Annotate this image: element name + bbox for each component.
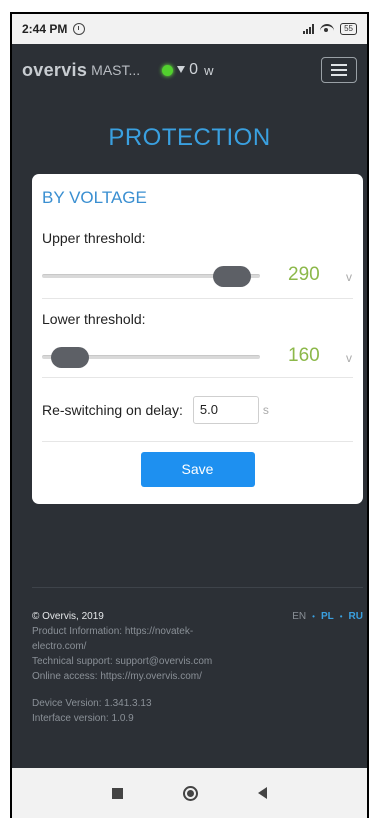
upper-threshold-value: 290 <box>288 264 320 285</box>
versions: Device Version: 1.341.3.13 Interface ver… <box>32 696 363 726</box>
status-led-icon <box>162 64 174 76</box>
signal-icon <box>303 24 315 34</box>
hamburger-menu-icon[interactable] <box>321 57 357 83</box>
delay-row: Re-switching on delay: s <box>42 378 353 442</box>
upper-threshold-slider[interactable] <box>42 266 260 287</box>
upper-threshold-label: Upper threshold: <box>42 230 146 246</box>
lang-pl[interactable]: PL <box>321 609 334 624</box>
product-info[interactable]: Product Information: https://novatek-ele… <box>32 624 232 654</box>
lang-separator: • <box>312 612 315 621</box>
arrow-down-icon <box>177 65 186 73</box>
app-header: overvis MAST... 0 w <box>12 44 367 96</box>
lower-threshold-row: Lower threshold: 160 v <box>42 299 353 378</box>
power-value: 0 <box>189 61 199 78</box>
upper-threshold-unit: v <box>346 270 352 284</box>
device-name[interactable]: MAST... <box>91 62 140 78</box>
lower-threshold-value: 160 <box>288 345 320 366</box>
language-switcher: EN • PL • RU <box>292 609 363 624</box>
save-button[interactable]: Save <box>140 452 255 487</box>
lower-threshold-slider[interactable] <box>42 347 260 368</box>
technical-support[interactable]: Technical support: support@overvis.com <box>32 654 363 669</box>
lang-en[interactable]: EN <box>292 609 306 624</box>
voltage-protection-card: BY VOLTAGE Upper threshold: 290 v Lower … <box>32 174 363 504</box>
delay-input[interactable] <box>192 395 259 424</box>
delay-label: Re-switching on delay: <box>42 401 183 418</box>
page-title: PROTECTION <box>108 124 271 151</box>
save-wrap: Save <box>42 442 353 487</box>
lower-threshold-label: Lower threshold: <box>42 311 146 327</box>
phone-screen: 2:44 PM 55 overvis MAST... 0 w PROTECTIO… <box>10 12 369 818</box>
status-icons: 55 <box>303 23 357 35</box>
power-unit: w <box>204 62 214 78</box>
footer-divider <box>32 587 363 588</box>
lang-separator: • <box>339 612 343 621</box>
footer: © Overvis, 2019 EN • PL • RU Product Inf… <box>32 609 363 726</box>
square-icon[interactable] <box>112 787 123 799</box>
upper-slider-thumb[interactable] <box>213 266 251 287</box>
android-nav-bar <box>12 768 367 818</box>
lang-ru[interactable]: RU <box>349 609 363 624</box>
device-version: Device Version: 1.341.3.13 <box>32 698 152 709</box>
power-indicator: 0 w <box>162 61 213 79</box>
wifi-icon <box>320 24 335 34</box>
interface-version: Interface version: 1.0.9 <box>32 713 134 724</box>
online-access[interactable]: Online access: https://my.overvis.com/ <box>32 669 363 684</box>
status-time: 2:44 PM <box>22 22 68 36</box>
alarm-icon <box>73 23 86 35</box>
status-bar: 2:44 PM 55 <box>12 14 367 44</box>
triangle-back-icon[interactable] <box>258 787 267 799</box>
lower-slider-thumb[interactable] <box>51 347 89 368</box>
brand-logo[interactable]: overvis <box>22 60 87 81</box>
upper-threshold-row: Upper threshold: 290 v <box>42 222 353 299</box>
battery-icon: 55 <box>340 23 357 35</box>
circle-icon[interactable] <box>183 785 198 801</box>
delay-unit: s <box>262 402 269 417</box>
card-title: BY VOLTAGE <box>42 188 147 207</box>
lower-threshold-unit: v <box>346 351 352 365</box>
